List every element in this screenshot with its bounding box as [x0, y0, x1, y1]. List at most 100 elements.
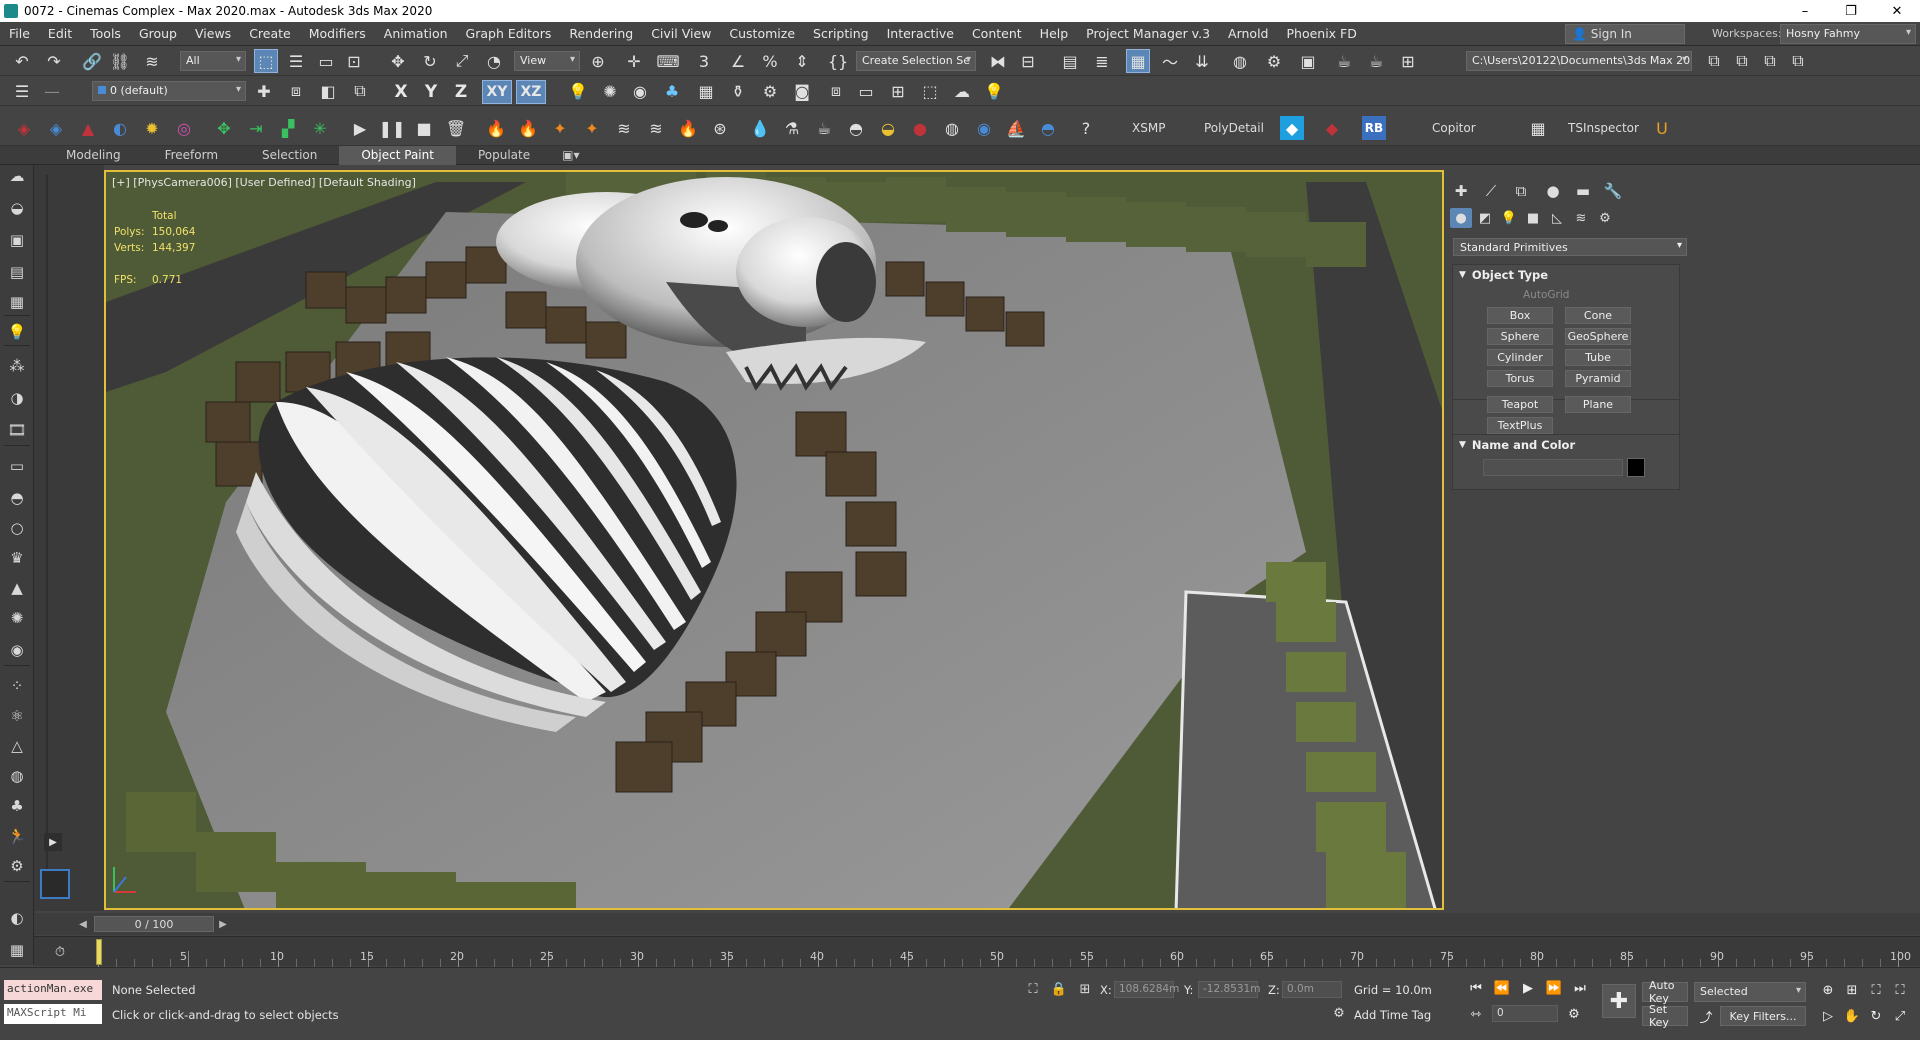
axis-x-button[interactable]: X — [388, 80, 414, 104]
create-layer-icon[interactable]: ✚ — [252, 79, 276, 103]
menu-arnold[interactable]: Arnold — [1219, 26, 1277, 41]
previous-key-icon[interactable]: ⏪ — [1492, 978, 1512, 998]
add-to-layer-icon[interactable]: ⧈ — [284, 79, 308, 103]
default-tangent-icon[interactable]: ⤴ — [1696, 1006, 1716, 1026]
select-in-layer-icon[interactable]: ◧ — [316, 79, 340, 103]
frame-ruler[interactable]: 5 10 15 20 25 30 35 40 45 50 55 60 65 70 75 80 85 90 95 100 — [98, 937, 1911, 967]
rotate-icon[interactable]: ↻ — [418, 49, 442, 73]
pyramid-icon[interactable]: △ — [5, 735, 29, 757]
zoom-extents-icon[interactable]: ⛶ — [1866, 980, 1886, 1000]
fire-icon[interactable]: 🔥 — [484, 116, 508, 140]
link-icon[interactable]: 🔗 — [80, 49, 104, 73]
crown-icon[interactable]: ♛ — [5, 547, 29, 569]
tab-selection[interactable]: Selection — [240, 146, 339, 165]
time-slider-thumb[interactable]: 0 / 100 — [94, 916, 214, 932]
torus-button[interactable]: Torus — [1487, 370, 1553, 387]
cone-button[interactable]: Cone — [1565, 307, 1631, 324]
bounds-icon[interactable]: ⬚ — [918, 79, 942, 103]
camera-icon[interactable]: ◉ — [628, 79, 652, 103]
teapot-button[interactable]: Teapot — [1487, 396, 1553, 413]
zoom-icon[interactable]: ⊕ — [1818, 980, 1838, 1000]
render-setup-icon[interactable]: ⚙ — [1262, 49, 1286, 73]
object-color-swatch[interactable] — [1627, 458, 1645, 477]
play-animation-icon[interactable]: ▶ — [1518, 978, 1538, 998]
axis-y-button[interactable]: Y — [418, 80, 444, 104]
maximize-viewport-icon[interactable]: ⤢ — [1890, 1006, 1910, 1026]
align-icon[interactable]: ⊟ — [1016, 49, 1040, 73]
menu-rendering[interactable]: Rendering — [560, 26, 642, 41]
menu-views[interactable]: Views — [186, 26, 240, 41]
motion-tab-icon[interactable]: ● — [1540, 180, 1566, 202]
set-key-button[interactable]: Set Key — [1642, 1003, 1688, 1029]
shapes-icon[interactable]: ◩ — [1474, 208, 1496, 228]
axis-z-button[interactable]: Z — [448, 80, 474, 104]
menu-project-manager[interactable]: Project Manager v.3 — [1077, 26, 1219, 41]
x-coordinate-field[interactable]: 108.6284m — [1114, 981, 1179, 998]
curve-editor-icon[interactable]: 〜 — [1158, 49, 1182, 73]
sun-icon[interactable]: ✺ — [598, 79, 622, 103]
table-icon[interactable]: ▦ — [694, 79, 718, 103]
flame-icon[interactable]: ✦ — [580, 116, 604, 140]
grid-icon[interactable]: ⊞ — [886, 79, 910, 103]
lock-selection-icon[interactable]: 🔒 — [1050, 980, 1068, 998]
edit-named-selection-icon[interactable]: {} — [826, 49, 850, 73]
sun-icon[interactable]: ✺ — [5, 607, 29, 629]
select-object-icon[interactable]: ⬚ — [254, 49, 278, 73]
play-icon[interactable]: ▶ — [348, 116, 372, 140]
project-open-icon[interactable]: ⧉ — [1730, 49, 1754, 73]
display-tab-icon[interactable]: ▬ — [1570, 180, 1596, 202]
window-crossing-icon[interactable]: ⊡ — [342, 49, 366, 73]
set-current-layer-icon[interactable]: ⧉ — [348, 79, 372, 103]
cup-icon[interactable]: ☕ — [812, 116, 836, 140]
key-mode-icon[interactable]: ⇿ — [1466, 1004, 1486, 1024]
time-tag-icon[interactable]: ⚙ — [1330, 1004, 1348, 1022]
orbit-icon[interactable]: ↻ — [1866, 1006, 1886, 1026]
tsinspector-button[interactable]: TSInspector — [1562, 118, 1645, 138]
plugin-box-icon[interactable]: ◆ — [1280, 116, 1304, 140]
tsinspector-icon[interactable]: ▦ — [1526, 116, 1550, 140]
tree-icon[interactable]: ♣ — [660, 79, 684, 103]
axis-xz-button[interactable]: XZ — [516, 80, 546, 104]
field-of-view-icon[interactable]: ▷ — [1818, 1006, 1838, 1026]
hierarchy-tab-icon[interactable]: ⧉ — [1508, 180, 1534, 202]
z-coordinate-field[interactable]: 0.0m — [1282, 981, 1342, 998]
menu-tools[interactable]: Tools — [81, 26, 130, 41]
copitor-button[interactable]: Copitor — [1426, 118, 1482, 138]
render-production-icon[interactable]: ☕ — [1332, 49, 1356, 73]
menu-customize[interactable]: Customize — [720, 26, 804, 41]
image-icon[interactable]: ▣ — [5, 229, 29, 251]
geosphere-button[interactable]: GeoSphere — [1565, 328, 1631, 345]
plugin-grid-icon[interactable]: ▞ — [276, 116, 300, 140]
globe-icon[interactable]: ◍ — [5, 765, 29, 787]
transform-mode-icon[interactable]: ⊞ — [1076, 980, 1094, 998]
sign-in-button[interactable]: 👤 Sign In — [1565, 24, 1685, 44]
plane-button[interactable]: Plane — [1565, 396, 1631, 413]
rectangle-icon[interactable]: ▭ — [5, 455, 29, 477]
next-key-icon[interactable]: ⏩ — [1544, 978, 1564, 998]
key-filters-button[interactable]: Key Filters... — [1720, 1006, 1806, 1026]
disc-icon[interactable]: ◉ — [5, 639, 29, 661]
app-icon[interactable] — [4, 4, 18, 18]
key-filter-select[interactable]: Selected — [1694, 982, 1806, 1002]
menu-scripting[interactable]: Scripting — [804, 26, 878, 41]
utilities-tab-icon[interactable]: 🔧 — [1600, 180, 1626, 202]
textplus-button[interactable]: TextPlus — [1487, 417, 1553, 434]
zoom-all-icon[interactable]: ⊞ — [1842, 980, 1862, 1000]
batch-render-icon[interactable]: ⊞ — [1396, 49, 1420, 73]
layer-explorer-icon[interactable]: ≣ — [1090, 49, 1114, 73]
vortex-icon[interactable]: ≋ — [644, 116, 668, 140]
auto-key-button[interactable]: Auto Key — [1642, 979, 1688, 1005]
selection-filter-select[interactable]: All — [180, 51, 246, 71]
tornado-icon[interactable]: ⊛ — [708, 116, 732, 140]
plugin-circle-icon[interactable]: ◎ — [172, 116, 196, 140]
undo-icon[interactable]: ↶ — [10, 49, 34, 73]
current-frame-field[interactable]: 0 — [1492, 1005, 1558, 1022]
bottle-icon[interactable]: ⚱ — [726, 79, 750, 103]
film-icon[interactable]: 🎞 — [5, 419, 29, 441]
bulb-icon[interactable]: 💡 — [982, 79, 1006, 103]
layers-icon[interactable]: ☰ — [10, 79, 34, 103]
snaps-toggle-icon[interactable]: 3 — [692, 49, 716, 73]
bowl-icon[interactable]: ◓ — [844, 116, 868, 140]
keyboard-shortcut-icon[interactable]: ⌨ — [656, 49, 680, 73]
reference-coordinate-select[interactable]: View — [514, 51, 580, 71]
